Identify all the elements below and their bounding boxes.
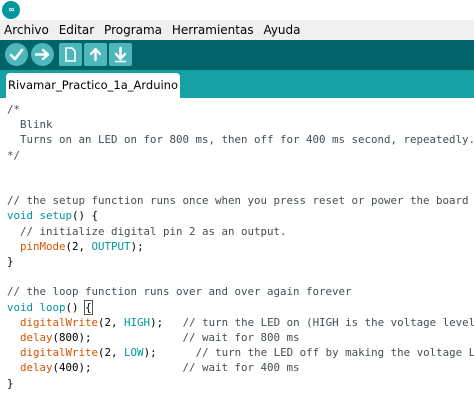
- menu-ayuda[interactable]: Ayuda: [261, 20, 302, 40]
- arrow-up-icon: [89, 47, 102, 62]
- arrow-right-icon: [34, 48, 50, 61]
- code-token-comment: Blink: [7, 118, 53, 132]
- code-token-plain: (800);: [52, 331, 183, 344]
- menu-programa[interactable]: Programa: [102, 20, 164, 40]
- code-token-constant: OUTPUT: [91, 239, 131, 253]
- open-button[interactable]: [84, 43, 107, 66]
- code-line: void setup() {: [7, 208, 98, 223]
- save-button[interactable]: [109, 43, 132, 66]
- code-token-plain: );: [150, 315, 183, 329]
- code-token-plain: }: [7, 255, 14, 268]
- verify-button[interactable]: [5, 43, 28, 66]
- code-editor[interactable]: /* Blink Turns on an LED on for 800 ms, …: [0, 98, 474, 401]
- new-sketch-button[interactable]: [59, 43, 82, 66]
- code-line: delay(800); // wait for 800 ms: [7, 330, 300, 345]
- code-token-comment: // initialize digital pin 2 as an output…: [7, 224, 287, 238]
- menu-editar[interactable]: Editar: [57, 20, 97, 40]
- code-line: }: [7, 376, 14, 391]
- upload-button[interactable]: [31, 43, 54, 66]
- code-token-plain: (2,: [65, 239, 92, 253]
- code-token-plain: (): [65, 300, 86, 314]
- code-token-function: delay: [20, 331, 53, 344]
- code-token-constant: HIGH: [124, 315, 151, 329]
- code-token-plain: {: [84, 299, 93, 315]
- tab-sketch[interactable]: Rivamar_Practico_1a_Arduino: [6, 73, 180, 98]
- code-token-function: digitalWrite: [20, 315, 99, 329]
- code-token-plain: );: [130, 239, 144, 253]
- arrow-down-icon: [114, 46, 127, 63]
- menu-archivo[interactable]: Archivo: [2, 20, 51, 40]
- code-token-function: digitalWrite: [20, 346, 99, 360]
- code-line: digitalWrite(2, LOW); // turn the LED of…: [7, 345, 474, 360]
- code-token-comment: */: [7, 148, 21, 162]
- code-token-keyword: void: [7, 300, 34, 314]
- code-token-comment: Turns on an LED on for 800 ms, then off …: [7, 133, 474, 147]
- code-token-plain: (2,: [98, 315, 125, 329]
- code-token-keyword: setup: [39, 209, 73, 223]
- code-line: void loop() {: [7, 299, 93, 315]
- code-token-plain: (400);: [52, 361, 183, 375]
- new-file-icon: [65, 47, 76, 62]
- code-line: delay(400); // wait for 400 ms: [7, 360, 300, 375]
- code-line: }: [7, 254, 14, 269]
- code-line: /*: [7, 102, 20, 117]
- code-line: Turns on an LED on for 800 ms, then off …: [7, 132, 474, 147]
- code-token-comment: // the loop function runs over and over …: [7, 285, 352, 299]
- check-icon: [9, 48, 24, 61]
- code-line: // the loop function runs over and over …: [7, 284, 352, 299]
- code-token-comment: // wait for 800 ms: [182, 331, 300, 344]
- code-token-function: pinMode: [20, 239, 66, 253]
- code-line: // the setup function runs once when you…: [7, 193, 469, 208]
- code-line: digitalWrite(2, HIGH); // turn the LED o…: [7, 315, 474, 330]
- arduino-logo-icon: ∞: [2, 1, 20, 19]
- code-token-comment: // turn the LED off by making the voltag…: [195, 346, 474, 360]
- title-bar: ∞: [0, 0, 474, 20]
- code-token-plain: );: [143, 346, 196, 360]
- code-token-plain: (2,: [98, 346, 125, 360]
- code-token-keyword: loop: [39, 300, 66, 314]
- code-line: // initialize digital pin 2 as an output…: [7, 224, 287, 239]
- code-token-comment: // turn the LED on (HIGH is the voltage …: [182, 315, 474, 329]
- code-token-comment: /*: [7, 103, 21, 116]
- code-line: pinMode(2, OUTPUT);: [7, 239, 144, 254]
- code-token-plain: () {: [72, 209, 99, 223]
- menu-bar: Archivo Editar Programa Herramientas Ayu…: [0, 20, 474, 40]
- code-token-comment: // wait for 400 ms: [182, 361, 300, 375]
- code-token-comment: // the setup function runs once when you…: [7, 194, 469, 208]
- code-token-function: delay: [20, 361, 53, 375]
- code-line: Blink: [7, 117, 53, 132]
- code-token-constant: LOW: [124, 346, 144, 360]
- tab-strip: Rivamar_Practico_1a_Arduino: [0, 70, 474, 98]
- code-token-plain: }: [7, 376, 14, 390]
- code-line: */: [7, 148, 20, 163]
- toolbar: [0, 40, 474, 70]
- code-token-keyword: void: [7, 209, 34, 223]
- menu-herramientas[interactable]: Herramientas: [170, 20, 256, 40]
